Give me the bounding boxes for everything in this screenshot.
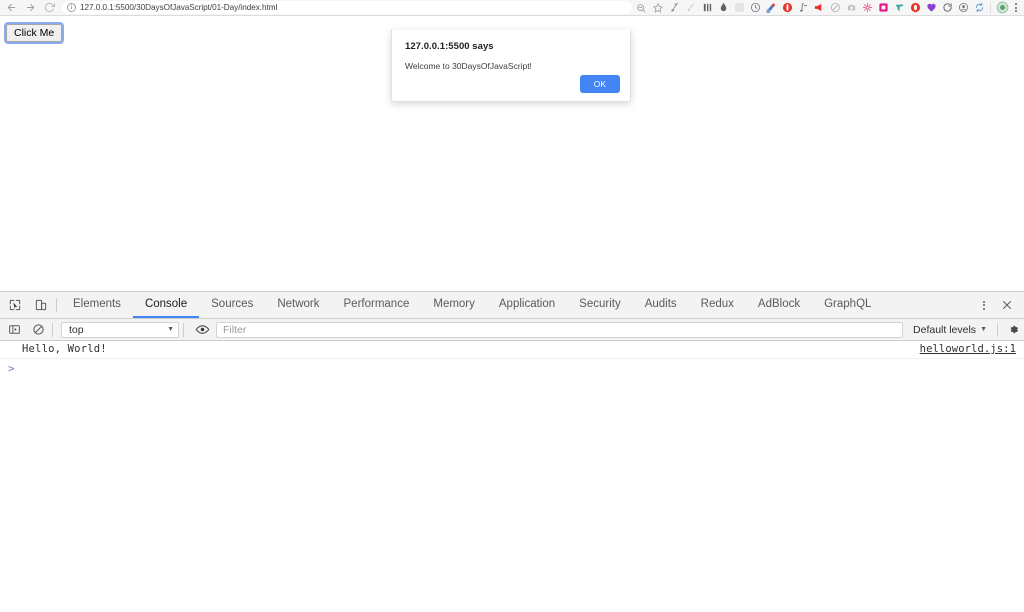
dialog-actions: OK [580, 74, 620, 93]
extension-icon-8[interactable] [779, 1, 795, 15]
tabbar-divider [56, 298, 57, 312]
forward-icon[interactable] [22, 1, 39, 15]
omnibox-actions [636, 3, 667, 13]
console-prompt[interactable]: > [0, 359, 1024, 377]
clear-console-icon[interactable] [28, 320, 48, 340]
inspect-element-icon[interactable] [7, 297, 23, 313]
live-expression-eye-icon[interactable] [192, 320, 212, 340]
console-message-text: Hello, World! [22, 343, 107, 355]
reload-icon[interactable] [41, 1, 58, 15]
extension-icon-19[interactable] [955, 1, 971, 15]
console-output: Hello, World! helloworld.js:1 > [0, 341, 1024, 612]
tab-sources[interactable]: Sources [199, 292, 265, 318]
extension-icon-1[interactable] [667, 1, 683, 15]
tab-performance[interactable]: Performance [332, 292, 422, 318]
tab-redux[interactable]: Redux [689, 292, 746, 318]
console-sidebar-toggle-icon[interactable] [4, 320, 24, 340]
devtools-tabbar-actions [978, 292, 1024, 318]
tab-elements[interactable]: Elements [61, 292, 133, 318]
chevron-down-icon: ▼ [167, 326, 174, 333]
tab-security[interactable]: Security [567, 292, 633, 318]
tab-network[interactable]: Network [265, 292, 331, 318]
console-prompt-arrow-icon: > [8, 362, 22, 375]
javascript-alert-dialog: 127.0.0.1:5500 says Welcome to 30DaysOfJ… [391, 30, 631, 102]
page-viewport: Click Me 127.0.0.1:5500 says Welcome to … [0, 16, 1024, 291]
extension-icon-7[interactable] [763, 1, 779, 15]
console-toolbar-divider-1 [52, 323, 53, 337]
tab-graphql[interactable]: GraphQL [812, 292, 883, 318]
console-settings-gear-icon[interactable] [1002, 323, 1024, 336]
extension-icon-13[interactable] [859, 1, 875, 15]
toggle-device-toolbar-icon[interactable] [33, 297, 49, 313]
extension-icon-12[interactable] [843, 1, 859, 15]
execution-context-select[interactable]: top ▼ [61, 322, 179, 338]
extension-icon-18[interactable] [939, 1, 955, 15]
console-filter-input[interactable] [216, 322, 903, 338]
devtools-more-options-icon[interactable] [978, 297, 990, 313]
extension-icon-15[interactable] [891, 1, 907, 15]
dialog-ok-button[interactable]: OK [580, 75, 620, 93]
extension-icon-4[interactable] [715, 1, 731, 15]
chevron-down-icon-levels: ▼ [980, 326, 987, 333]
log-levels-value: Default levels [913, 324, 976, 336]
tab-audits[interactable]: Audits [633, 292, 689, 318]
tab-adblock[interactable]: AdBlock [746, 292, 812, 318]
extension-icon-16[interactable] [907, 1, 923, 15]
tab-application[interactable]: Application [487, 292, 567, 318]
devtools-close-icon[interactable] [999, 297, 1015, 313]
tab-memory[interactable]: Memory [421, 292, 487, 318]
site-info-icon[interactable]: i [67, 3, 76, 12]
extensions-bar [667, 1, 1024, 15]
url-text: 127.0.0.1:5500/30DaysOfJavaScript/01-Day… [80, 3, 277, 12]
bookmark-star-icon[interactable] [653, 3, 663, 13]
zoom-icon[interactable] [636, 3, 646, 13]
log-levels-select[interactable]: Default levels ▼ [907, 324, 993, 336]
click-me-button[interactable]: Click Me [6, 24, 62, 42]
chrome-menu-icon[interactable] [1010, 1, 1022, 15]
extension-icon-17[interactable] [923, 1, 939, 15]
profile-avatar[interactable] [994, 1, 1010, 15]
extension-icon-11[interactable] [827, 1, 843, 15]
extension-icon-9[interactable] [795, 1, 811, 15]
devtools-panel: Elements Console Sources Network Perform… [0, 291, 1024, 612]
extension-icon-14[interactable] [875, 1, 891, 15]
extension-icon-6[interactable] [747, 1, 763, 15]
devtools-tabbar: Elements Console Sources Network Perform… [0, 292, 1024, 319]
toolbar-divider [990, 3, 991, 13]
console-toolbar-divider-2 [183, 323, 184, 337]
back-icon[interactable] [3, 1, 20, 15]
devtools-tool-icons [0, 292, 54, 318]
extension-icon-5[interactable] [731, 1, 747, 15]
extension-icon-10[interactable] [811, 1, 827, 15]
console-toolbar-divider-3 [997, 323, 998, 337]
dialog-title: 127.0.0.1:5500 says [405, 41, 617, 52]
dialog-message: Welcome to 30DaysOfJavaScript! [405, 61, 617, 71]
console-message-source-link[interactable]: helloworld.js:1 [920, 343, 1016, 355]
extension-icon-2[interactable] [683, 1, 699, 15]
extension-icon-20[interactable] [971, 1, 987, 15]
navigation-buttons [0, 1, 58, 15]
tab-console[interactable]: Console [133, 292, 199, 318]
devtools-tabs: Elements Console Sources Network Perform… [61, 292, 978, 318]
console-message-row[interactable]: Hello, World! helloworld.js:1 [0, 341, 1024, 359]
console-prompt-input[interactable] [22, 362, 1016, 376]
execution-context-value: top [69, 324, 84, 336]
browser-toolbar: i 127.0.0.1:5500/30DaysOfJavaScript/01-D… [0, 0, 1024, 16]
omnibox[interactable]: i 127.0.0.1:5500/30DaysOfJavaScript/01-D… [62, 1, 632, 14]
console-toolbar: top ▼ Default levels ▼ [0, 319, 1024, 341]
extension-icon-3[interactable] [699, 1, 715, 15]
